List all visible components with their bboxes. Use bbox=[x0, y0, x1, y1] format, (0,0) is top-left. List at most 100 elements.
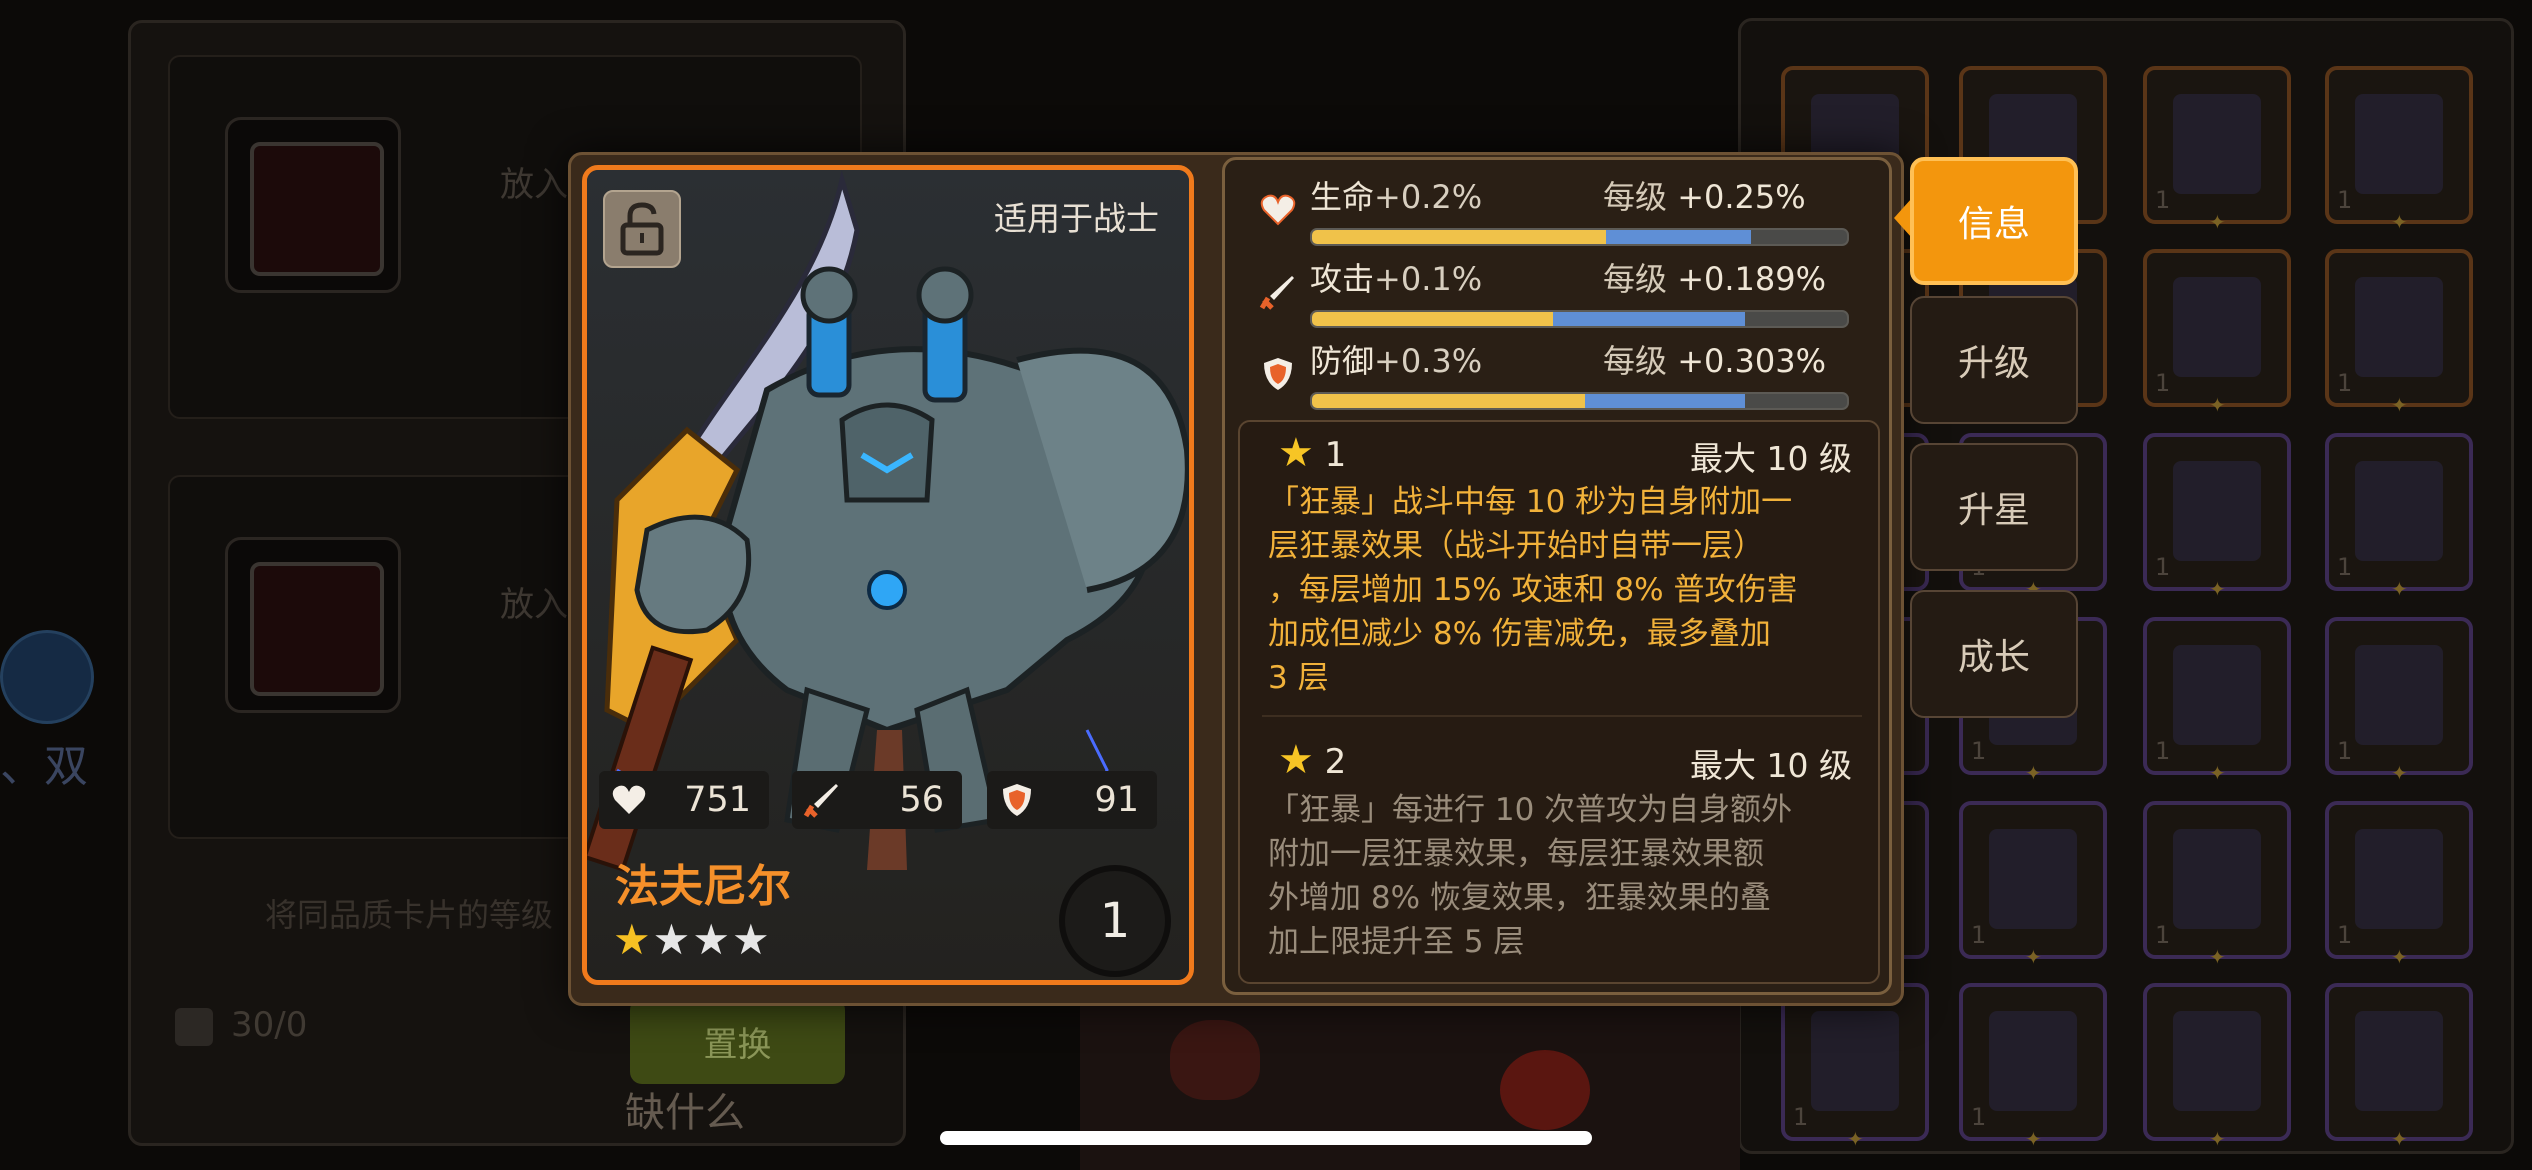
background-card-art bbox=[2173, 277, 2261, 377]
skill-line: 加上限提升至 5 层 bbox=[1268, 924, 1525, 960]
skill-divider bbox=[1262, 715, 1862, 717]
attribute-label: 防御+0.3% bbox=[1310, 342, 1483, 380]
background-card-count: 1 bbox=[2155, 921, 2171, 949]
background-card-art bbox=[2173, 829, 2261, 929]
background-count: 30/0 bbox=[175, 1005, 307, 1046]
tab-growth[interactable]: 成长 bbox=[1910, 590, 2078, 718]
unlock-icon bbox=[620, 202, 664, 256]
skill-1-header: ★ 1 bbox=[1278, 430, 1346, 476]
star-icon: ★ bbox=[613, 915, 653, 964]
home-indicator[interactable] bbox=[940, 1131, 1592, 1145]
background-card-star-icon: ✦ bbox=[2391, 1127, 2408, 1151]
background-card-count: 1 bbox=[2155, 737, 2171, 765]
background-card-star-icon: ✦ bbox=[2209, 761, 2226, 785]
hero-name: 法夫尼尔 bbox=[615, 861, 791, 912]
background-card-star-icon: ✦ bbox=[2391, 577, 2408, 601]
attribute-bar bbox=[1310, 392, 1849, 410]
attribute-bar-bonus bbox=[1606, 230, 1751, 244]
skill-line: 外增加 8% 恢复效果，狂暴效果的叠 bbox=[1268, 880, 1771, 916]
background-card-star-icon: ✦ bbox=[2391, 210, 2408, 234]
background-orb-icon bbox=[0, 630, 94, 724]
attribute-per-level: 每级 +0.303% bbox=[1603, 342, 1827, 380]
background-card-star-icon: ✦ bbox=[2209, 393, 2226, 417]
background-card-art bbox=[2355, 645, 2443, 745]
skill-2-header: ★ 2 bbox=[1278, 737, 1346, 783]
background-card: 1✦ bbox=[2325, 617, 2473, 785]
background-card: 1✦ bbox=[2325, 66, 2473, 234]
background-card-star-icon: ✦ bbox=[2025, 761, 2042, 785]
tab-upgrade[interactable]: 升级 bbox=[1910, 296, 2078, 424]
background-card: 1✦ bbox=[2143, 801, 2291, 969]
skill-line: 3 层 bbox=[1268, 660, 1329, 696]
background-put-label: 放入 bbox=[500, 585, 568, 625]
class-restriction: 适用于战士 bbox=[994, 199, 1159, 238]
tab-star-up[interactable]: 升星 bbox=[1910, 443, 2078, 571]
skill-line: 加成但减少 8% 伤害减免，最多叠加 bbox=[1268, 616, 1771, 652]
tab-info[interactable]: 信息 bbox=[1910, 157, 2078, 285]
background-card-art bbox=[2173, 645, 2261, 745]
background-twin-text: 、双 bbox=[0, 741, 88, 792]
heart-icon bbox=[612, 785, 646, 814]
background-put-label: 放入 bbox=[500, 165, 568, 205]
background-card: 1✦ bbox=[2143, 617, 2291, 785]
background-card-art bbox=[2173, 461, 2261, 561]
attribute-label: 攻击+0.1% bbox=[1310, 260, 1483, 298]
star-icon: ★ bbox=[692, 915, 732, 964]
background-card-star-icon: ✦ bbox=[2209, 1127, 2226, 1151]
attribute-bar bbox=[1310, 228, 1849, 246]
card-hp-value: 751 bbox=[684, 780, 751, 820]
background-pot bbox=[1170, 1020, 1260, 1100]
background-card-count: 1 bbox=[1971, 1103, 1987, 1131]
background-card-art bbox=[2355, 277, 2443, 377]
background-card-count: 1 bbox=[2155, 553, 2171, 581]
star-icon: ★ bbox=[1278, 430, 1314, 476]
attribute-bar-bonus bbox=[1584, 394, 1746, 408]
background-card-art bbox=[2355, 829, 2443, 929]
attribute-bar-fill bbox=[1312, 394, 1585, 408]
card-defense-value: 91 bbox=[1094, 780, 1139, 820]
attribute-bar-fill bbox=[1312, 312, 1553, 326]
background-card-art bbox=[1989, 829, 2077, 929]
star-icon: ★ bbox=[1278, 737, 1314, 783]
background-card-count: 1 bbox=[1971, 737, 1987, 765]
background-card-art bbox=[2173, 1011, 2261, 1111]
background-card: 1✦ bbox=[2325, 249, 2473, 417]
lock-button[interactable] bbox=[603, 190, 681, 268]
card-stack-icon bbox=[175, 1007, 213, 1046]
skill-1-number: 1 bbox=[1324, 435, 1347, 475]
background-crab bbox=[1500, 1050, 1590, 1130]
background-card-count: 1 bbox=[2337, 921, 2353, 949]
background-card-star-icon: ✦ bbox=[2391, 761, 2408, 785]
background-card-count: 1 bbox=[1793, 1103, 1809, 1131]
background-card: 1✦ bbox=[1781, 983, 1929, 1151]
background-card-art bbox=[1989, 1011, 2077, 1111]
background-card-art bbox=[2355, 461, 2443, 561]
background-card-count: 1 bbox=[1971, 921, 1987, 949]
star-icon: ★ bbox=[652, 915, 693, 964]
sword-icon bbox=[1259, 276, 1294, 310]
background-card-count: 1 bbox=[2337, 737, 2353, 765]
background-card-count: 1 bbox=[2155, 186, 2171, 214]
skill-line: 「狂暴」战斗中每 10 秒为自身附加一 bbox=[1268, 484, 1793, 520]
background-card-art bbox=[2173, 94, 2261, 194]
star-icon: ★ bbox=[731, 915, 772, 964]
background-card-star-icon: ✦ bbox=[2209, 577, 2226, 601]
background-card: ✦ bbox=[2325, 983, 2473, 1151]
heart-icon bbox=[1260, 194, 1296, 226]
background-card-star-icon: ✦ bbox=[2025, 1127, 2042, 1151]
background-card-star-icon: ✦ bbox=[2391, 945, 2408, 969]
skill-2-description: 「狂暴」每进行 10 次普攻为自身额外 附加一层狂暴效果，每层狂暴效果额 外增加 8… bbox=[1268, 788, 1848, 964]
background-card: 1✦ bbox=[1959, 983, 2107, 1151]
attribute-label: 生命+0.2% bbox=[1310, 178, 1483, 216]
background-slot-square bbox=[225, 537, 401, 713]
attribute-per-level: 每级 +0.189% bbox=[1603, 260, 1827, 298]
card-attack-value: 56 bbox=[899, 780, 944, 820]
background-card: 1✦ bbox=[2143, 66, 2291, 234]
background-card-art bbox=[2355, 94, 2443, 194]
background-card: 1✦ bbox=[2143, 433, 2291, 601]
background-card-art bbox=[2355, 1011, 2443, 1111]
background-slot-square bbox=[225, 117, 401, 293]
swap-button: 置换 bbox=[630, 998, 845, 1084]
skill-1-description: 「狂暴」战斗中每 10 秒为自身附加一 层狂暴效果（战斗开始时自带一层） ，每层增加… bbox=[1268, 480, 1848, 700]
skill-line: 「狂暴」每进行 10 次普攻为自身额外 bbox=[1268, 792, 1793, 828]
